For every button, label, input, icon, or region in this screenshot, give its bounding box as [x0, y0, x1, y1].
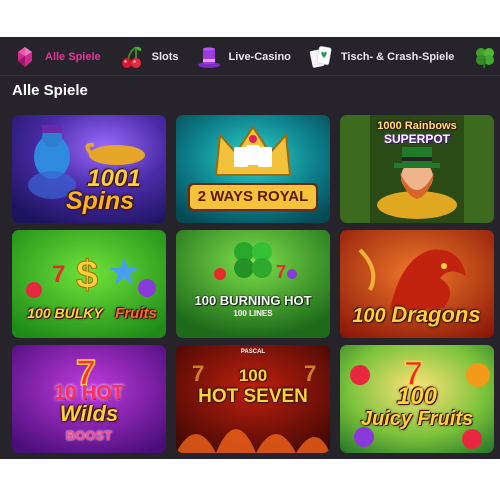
cherries-icon	[121, 45, 141, 68]
game-tile-100-hot-seven[interactable]: 7 7 PASCAL 100 HOT SEVEN	[176, 345, 330, 453]
game-tile-10-hot-wilds-boost[interactable]: 7 10 HOT Wilds BOOST	[12, 345, 166, 453]
top-hat-icon	[197, 46, 220, 68]
game-tile-2-ways-royal[interactable]: 2 WAYS ROYAL	[176, 115, 330, 223]
game-tile-1001-spins[interactable]: 1001 Spins	[12, 115, 166, 223]
game-tile-100-burning-hot[interactable]: 7 100 BURNING HOT 100 LINES	[176, 230, 330, 338]
game-title: SUPERPOT	[383, 132, 450, 146]
nav-label: Live-Casino	[228, 50, 291, 63]
game-title: Spins	[65, 187, 135, 215]
svg-text:7: 7	[52, 261, 65, 288]
svg-text:7: 7	[276, 262, 286, 282]
nav-item-alle-spiele[interactable]: Alle Spiele	[12, 37, 101, 76]
game-title: HOT SEVEN	[198, 386, 308, 407]
game-tile-100-juicy-fruits[interactable]: 7 100 Juicy Fruits	[340, 345, 494, 453]
game-title: Dragons	[391, 302, 481, 327]
nav-item-slots[interactable]: Slots	[119, 37, 179, 76]
nav-item-live-casino[interactable]: Live-Casino	[196, 37, 291, 76]
game-subtitle: 100 LINES	[233, 309, 273, 318]
game-tile-1000-rainbows-superpot[interactable]: 1000 Rainbows SUPERPOT	[340, 115, 494, 223]
game-title: 1000 Rainbows	[377, 120, 457, 132]
category-nav: Alle Spiele Slots Live-Casino Tisch- & C…	[0, 37, 500, 76]
casino-app: Alle Spiele Slots Live-Casino Tisch- & C…	[0, 37, 500, 459]
game-title: Wilds	[59, 401, 119, 426]
game-title: 100	[396, 383, 438, 410]
game-subtitle: BOOST	[65, 428, 113, 443]
nav-item-more[interactable]	[472, 37, 500, 76]
nav-item-tisch-crash-spiele[interactable]: Tisch- & Crash-Spiele	[308, 37, 455, 76]
nav-label: Slots	[151, 50, 179, 63]
playing-cards-icon	[309, 45, 332, 68]
game-title: Juicy Fruits	[360, 408, 474, 430]
nav-label: Tisch- & Crash-Spiele	[340, 50, 455, 63]
game-title: 2 WAYS ROYAL	[197, 188, 309, 205]
game-tile-100-dragons[interactable]: 100 Dragons	[340, 230, 494, 338]
nav-label: Alle Spiele	[45, 50, 101, 63]
game-title: 10 HOT	[53, 382, 125, 404]
svg-text:$: $	[76, 253, 98, 297]
game-subtitle: PASCAL	[240, 349, 266, 355]
game-title: 100 BURNING HOT	[194, 293, 312, 308]
section-title: Alle Spiele	[12, 82, 88, 99]
nav-divider	[0, 75, 500, 76]
gem-icon	[18, 46, 32, 67]
clover-icon	[476, 47, 495, 68]
game-title: 100 BULKY	[27, 305, 103, 321]
game-artwork	[176, 115, 330, 223]
game-title: Fruits	[115, 305, 157, 322]
game-title: 100	[238, 366, 268, 385]
game-tile-100-bulky-fruits[interactable]: 7 $ 100 BULKY Fruits	[12, 230, 166, 338]
game-artwork: 7	[176, 230, 330, 338]
